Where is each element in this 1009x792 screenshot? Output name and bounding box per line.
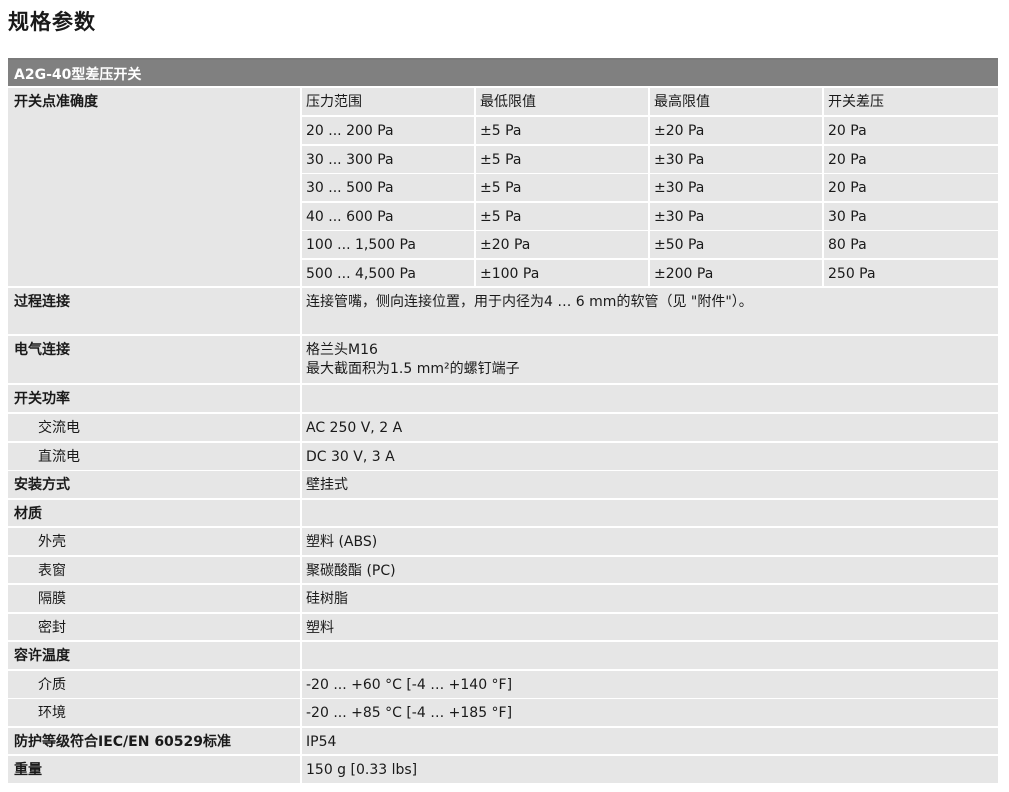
material-label: 材质 xyxy=(8,500,300,526)
electrical-connection-value: 格兰头M16 最大截面积为1.5 mm²的螺钉端子 xyxy=(302,336,998,383)
diaphragm-label: 隔膜 xyxy=(8,585,300,612)
material-value-empty xyxy=(302,500,998,526)
accuracy-header-range: 压力范围 xyxy=(302,88,474,115)
electrical-connection-line2: 最大截面积为1.5 mm²的螺钉端子 xyxy=(306,361,520,377)
accuracy-cell: 20 ... 200 Pa xyxy=(302,117,474,144)
ambient-label: 环境 xyxy=(8,699,300,726)
temperature-value-empty xyxy=(302,642,998,669)
mounting-value: 壁挂式 xyxy=(302,471,998,498)
ac-label: 交流电 xyxy=(8,414,300,441)
accuracy-header-diff: 开关差压 xyxy=(824,88,998,115)
seal-label: 密封 xyxy=(8,614,300,640)
accuracy-cell: 500 ... 4,500 Pa xyxy=(302,260,474,286)
accuracy-cell: 20 Pa xyxy=(824,174,998,201)
accuracy-cell: ±30 Pa xyxy=(650,203,822,230)
accuracy-label: 开关点准确度 xyxy=(8,88,300,286)
accuracy-header-max: 最高限值 xyxy=(650,88,822,115)
accuracy-cell: 100 ... 1,500 Pa xyxy=(302,231,474,258)
housing-label: 外壳 xyxy=(8,528,300,555)
accuracy-cell: 250 Pa xyxy=(824,260,998,286)
diaphragm-value: 硅树脂 xyxy=(302,585,998,612)
medium-label: 介质 xyxy=(8,671,300,698)
housing-value: 塑料 (ABS) xyxy=(302,528,998,555)
accuracy-cell: ±20 Pa xyxy=(476,231,648,258)
accuracy-cell: ±30 Pa xyxy=(650,174,822,201)
protection-value: IP54 xyxy=(302,728,998,754)
window-label: 表窗 xyxy=(8,557,300,583)
accuracy-cell: ±5 Pa xyxy=(476,174,648,201)
mounting-label: 安装方式 xyxy=(8,471,300,498)
accuracy-cell: 30 Pa xyxy=(824,203,998,230)
weight-value: 150 g [0.33 lbs] xyxy=(302,756,998,783)
accuracy-header-min: 最低限值 xyxy=(476,88,648,115)
dc-value: DC 30 V, 3 A xyxy=(302,443,998,470)
process-connection-label: 过程连接 xyxy=(8,288,300,334)
switching-power-label: 开关功率 xyxy=(8,385,300,412)
accuracy-cell: ±20 Pa xyxy=(650,117,822,144)
seal-value: 塑料 xyxy=(302,614,998,640)
weight-label: 重量 xyxy=(8,756,300,783)
dc-label: 直流电 xyxy=(8,443,300,470)
accuracy-cell: ±5 Pa xyxy=(476,203,648,230)
protection-label: 防护等级符合IEC/EN 60529标准 xyxy=(8,728,300,754)
accuracy-cell: ±100 Pa xyxy=(476,260,648,286)
window-value: 聚碳酸酯 (PC) xyxy=(302,557,998,583)
accuracy-cell: ±30 Pa xyxy=(650,146,822,173)
accuracy-cell: 30 ... 300 Pa xyxy=(302,146,474,173)
accuracy-cell: ±5 Pa xyxy=(476,146,648,173)
temperature-label: 容许温度 xyxy=(8,642,300,669)
switching-power-value-empty xyxy=(302,385,998,412)
accuracy-cell: ±5 Pa xyxy=(476,117,648,144)
table-title: A2G-40型差压开关 xyxy=(8,60,998,86)
accuracy-cell: ±200 Pa xyxy=(650,260,822,286)
ambient-value: -20 ... +85 °C [-4 … +185 °F] xyxy=(302,699,998,726)
accuracy-cell: 30 ... 500 Pa xyxy=(302,174,474,201)
page-title: 规格参数 xyxy=(8,10,96,34)
accuracy-cell: 20 Pa xyxy=(824,117,998,144)
electrical-connection-label: 电气连接 xyxy=(8,336,300,383)
accuracy-cell: ±50 Pa xyxy=(650,231,822,258)
medium-value: -20 ... +60 °C [-4 … +140 °F] xyxy=(302,671,998,698)
accuracy-cell: 20 Pa xyxy=(824,146,998,173)
accuracy-cell: 40 ... 600 Pa xyxy=(302,203,474,230)
ac-value: AC 250 V, 2 A xyxy=(302,414,998,441)
process-connection-value: 连接管嘴，侧向连接位置，用于内径为4 … 6 mm的软管（见 "附件"）。 xyxy=(302,288,998,334)
accuracy-cell: 80 Pa xyxy=(824,231,998,258)
electrical-connection-line1: 格兰头M16 xyxy=(306,342,378,358)
